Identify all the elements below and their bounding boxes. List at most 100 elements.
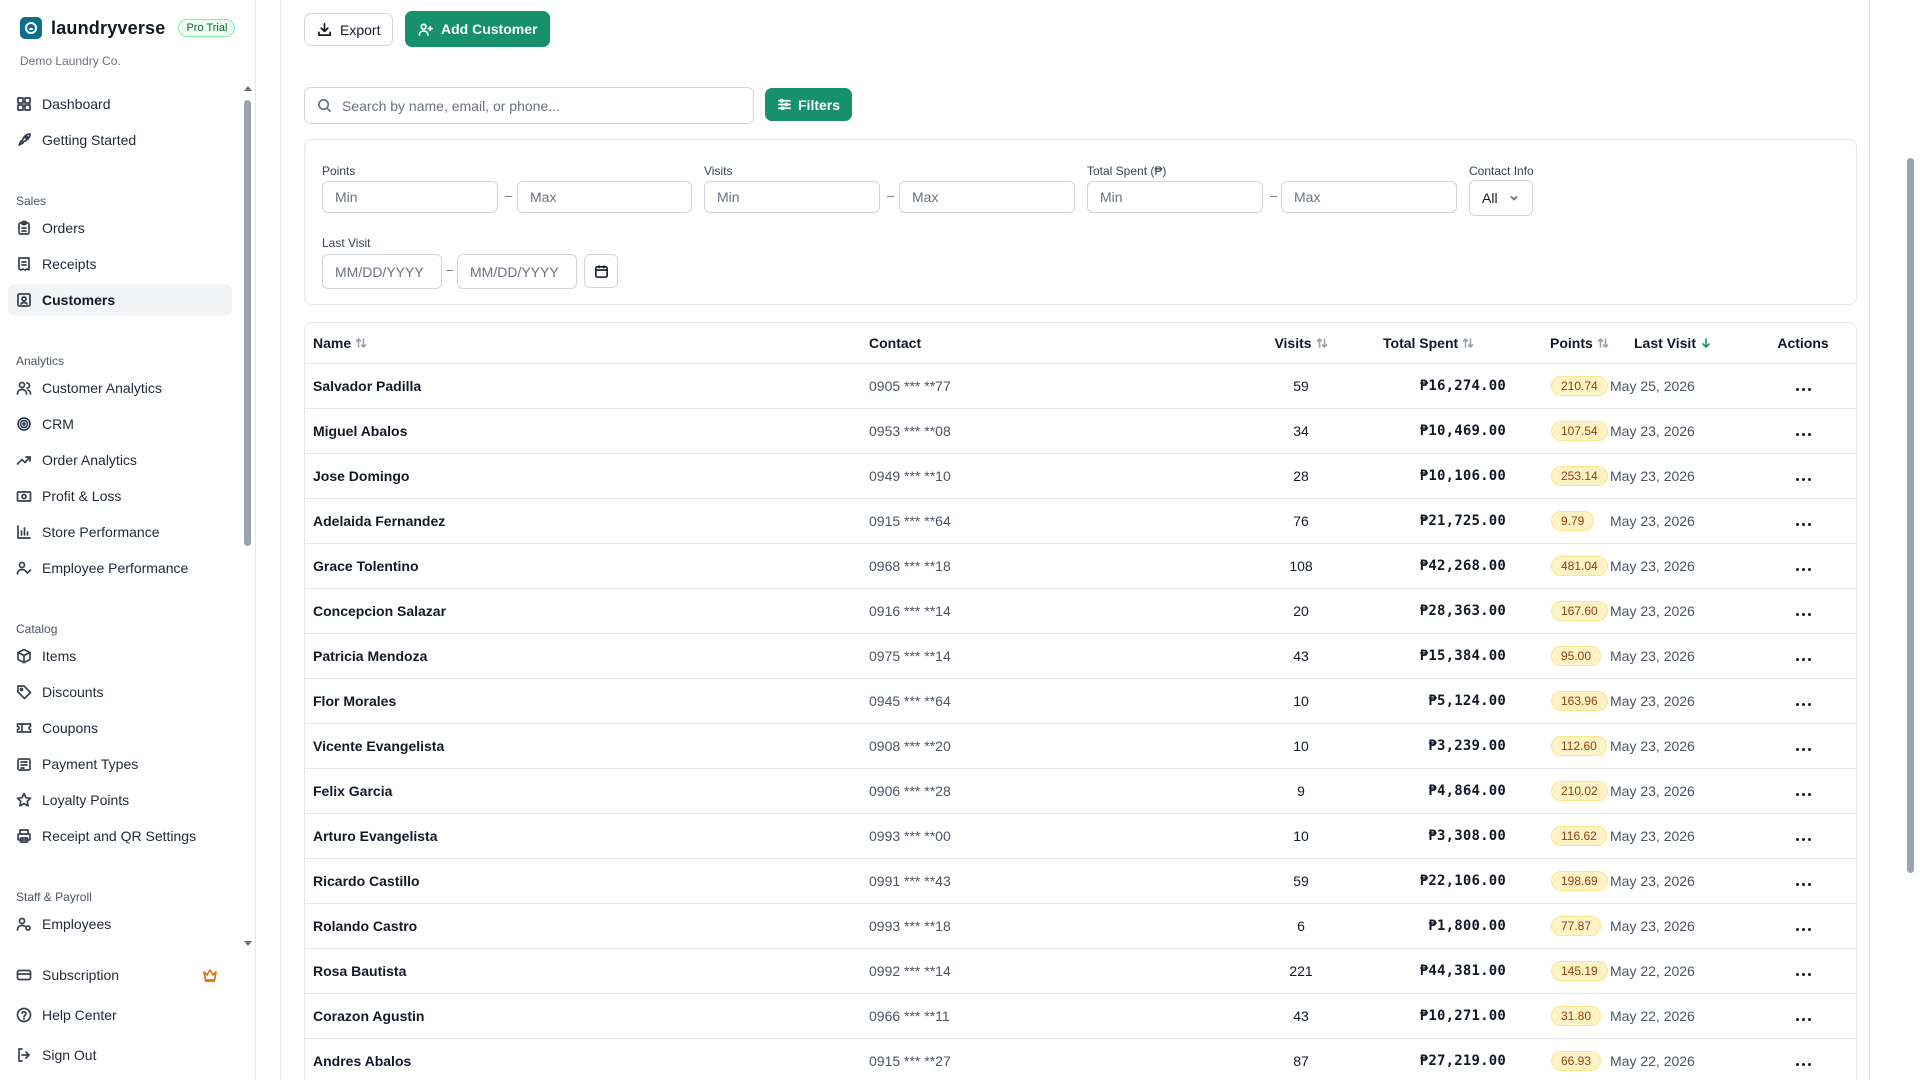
scroll-up-arrow-icon[interactable] (244, 86, 252, 91)
sidebar-item-discounts[interactable]: Discounts (8, 676, 232, 708)
sidebar-item-orders[interactable]: Orders (8, 212, 232, 244)
table-row[interactable]: Ricardo Castillo 0991 *** **43 59 ₱22,106.0… (305, 858, 1856, 904)
sidebar-item-getting-started[interactable]: Getting Started (8, 124, 232, 156)
more-actions-icon[interactable] (1795, 882, 1811, 886)
sidebar-item-loyalty-points[interactable]: Loyalty Points (8, 784, 232, 816)
sort-icon[interactable] (355, 336, 367, 348)
column-header-name[interactable]: Name (305, 323, 869, 364)
column-header-visits[interactable]: Visits (1229, 323, 1373, 364)
more-actions-icon[interactable] (1795, 1062, 1811, 1066)
customer-name[interactable]: Miguel Abalos (305, 408, 869, 454)
sort-icon[interactable] (1597, 336, 1609, 348)
sidebar-item-sign-out[interactable]: Sign Out (8, 1039, 232, 1071)
column-header-points[interactable]: Points (1514, 323, 1610, 364)
customer-name[interactable]: Rolando Castro (305, 903, 869, 949)
sidebar-item-crm[interactable]: CRM (8, 408, 232, 440)
spent-max-input[interactable] (1281, 181, 1457, 213)
sidebar-item-subscription[interactable]: Subscription (8, 959, 232, 991)
customer-name[interactable]: Vicente Evangelista (305, 723, 869, 769)
customer-name[interactable]: Jose Domingo (305, 453, 869, 499)
sidebar-item-payment-types[interactable]: Payment Types (8, 748, 232, 780)
sidebar-item-profit-loss[interactable]: Profit & Loss (8, 480, 232, 512)
sidebar-item-receipt-qr-settings[interactable]: Receipt and QR Settings (8, 820, 232, 852)
customer-name[interactable]: Flor Morales (305, 678, 869, 724)
scroll-down-arrow-icon[interactable] (244, 941, 252, 946)
more-actions-icon[interactable] (1795, 972, 1811, 976)
table-row[interactable]: Arturo Evangelista 0993 *** **00 10 ₱3,308.… (305, 813, 1856, 859)
table-row[interactable]: Miguel Abalos 0953 *** **08 34 ₱10,469.00 10… (305, 408, 1856, 454)
customer-name[interactable]: Rosa Bautista (305, 948, 869, 994)
customer-name[interactable]: Adelaida Fernandez (305, 498, 869, 544)
more-actions-icon[interactable] (1795, 1017, 1811, 1021)
table-row[interactable]: Patricia Mendoza 0975 *** **14 43 ₱15,384.0… (305, 633, 1856, 679)
customer-name[interactable]: Ricardo Castillo (305, 858, 869, 904)
customer-name[interactable]: Grace Tolentino (305, 543, 869, 589)
add-customer-button[interactable]: Add Customer (405, 11, 551, 47)
sidebar-item-dashboard[interactable]: Dashboard (8, 88, 232, 120)
customer-name[interactable]: Felix Garcia (305, 768, 869, 814)
more-actions-icon[interactable] (1795, 747, 1811, 751)
points-min-input[interactable] (322, 181, 498, 213)
sidebar-item-receipts[interactable]: Receipts (8, 248, 232, 280)
sidebar-item-employee-performance[interactable]: Employee Performance (8, 552, 232, 584)
visits-max-input[interactable] (899, 181, 1075, 213)
brand[interactable]: laundryverse Pro Trial (20, 17, 236, 39)
table-row[interactable]: Andres Abalos 0915 *** **27 87 ₱27,219.00 66… (305, 1038, 1856, 1080)
sidebar-item-coupons[interactable]: Coupons (8, 712, 232, 744)
sidebar-scrollbar-thumb[interactable] (244, 100, 251, 546)
page-scrollbar-thumb[interactable] (1907, 158, 1914, 873)
customer-name[interactable]: Arturo Evangelista (305, 813, 869, 859)
last-visit-end-input[interactable] (457, 254, 577, 289)
more-actions-icon[interactable] (1795, 792, 1811, 796)
more-actions-icon[interactable] (1795, 432, 1811, 436)
more-actions-icon[interactable] (1795, 612, 1811, 616)
sort-icon[interactable] (1462, 336, 1474, 348)
table-row[interactable]: Felix Garcia 0906 *** **28 9 ₱4,864.00 210.0… (305, 768, 1856, 814)
sidebar-item-customer-analytics[interactable]: Customer Analytics (8, 372, 232, 404)
table-row[interactable]: Concepcion Salazar 0916 *** **14 20 ₱28,363… (305, 588, 1856, 634)
table-row[interactable]: Flor Morales 0945 *** **64 10 ₱5,124.00 163.… (305, 678, 1856, 724)
column-header-total-spent[interactable]: Total Spent (1373, 323, 1514, 364)
column-header-last-visit[interactable]: Last Visit (1610, 323, 1748, 364)
customer-name[interactable]: Andres Abalos (305, 1038, 869, 1080)
more-actions-icon[interactable] (1795, 522, 1811, 526)
sidebar-item-help-center[interactable]: Help Center (8, 999, 232, 1031)
search-input[interactable] (342, 97, 732, 114)
table-row[interactable]: Corazon Agustin 0966 *** **11 43 ₱10,271.00… (305, 993, 1856, 1039)
table-row[interactable]: Vicente Evangelista 0908 *** **20 10 ₱3,239… (305, 723, 1856, 769)
more-actions-icon[interactable] (1795, 927, 1811, 931)
table-row[interactable]: Jose Domingo 0949 *** **10 28 ₱10,106.00 253… (305, 453, 1856, 499)
sidebar-item-customers[interactable]: Customers (8, 284, 232, 316)
search-box[interactable] (304, 87, 754, 124)
more-actions-icon[interactable] (1795, 657, 1811, 661)
table-row[interactable]: Grace Tolentino 0968 *** **18 108 ₱42,268.0… (305, 543, 1856, 589)
customer-name[interactable]: Corazon Agustin (305, 993, 869, 1039)
table-row[interactable]: Rolando Castro 0993 *** **18 6 ₱1,800.00 77.… (305, 903, 1856, 949)
more-actions-icon[interactable] (1795, 567, 1811, 571)
more-actions-icon[interactable] (1795, 387, 1811, 391)
table-row[interactable]: Adelaida Fernandez 0915 *** **64 76 ₱21,725… (305, 498, 1856, 544)
visits-min-input[interactable] (704, 181, 880, 213)
table-row[interactable]: Rosa Bautista 0992 *** **14 221 ₱44,381.00 1… (305, 948, 1856, 994)
sidebar-item-items[interactable]: Items (8, 640, 232, 672)
last-visit-start-input[interactable] (322, 254, 442, 289)
more-actions-icon[interactable] (1795, 702, 1811, 706)
customer-name[interactable]: Patricia Mendoza (305, 633, 869, 679)
contact-info-select[interactable]: All (1469, 180, 1533, 216)
table-row[interactable]: Salvador Padilla 0905 *** **77 59 ₱16,274.0… (305, 363, 1856, 409)
customer-name[interactable]: Concepcion Salazar (305, 588, 869, 634)
sidebar-scrollbar[interactable] (244, 86, 252, 946)
sidebar-item-order-analytics[interactable]: Order Analytics (8, 444, 232, 476)
filters-button[interactable]: Filters (765, 88, 853, 121)
points-max-input[interactable] (517, 181, 692, 213)
export-button[interactable]: Export (304, 13, 394, 46)
sort-desc-icon[interactable] (1700, 336, 1712, 348)
sort-icon[interactable] (1316, 336, 1328, 348)
sidebar-item-store-performance[interactable]: Store Performance (8, 516, 232, 548)
sidebar-item-employees[interactable]: Employees (8, 908, 232, 940)
customer-name[interactable]: Salvador Padilla (305, 363, 869, 409)
spent-min-input[interactable] (1087, 181, 1263, 213)
more-actions-icon[interactable] (1795, 837, 1811, 841)
calendar-button[interactable] (584, 254, 618, 288)
more-actions-icon[interactable] (1795, 477, 1811, 481)
